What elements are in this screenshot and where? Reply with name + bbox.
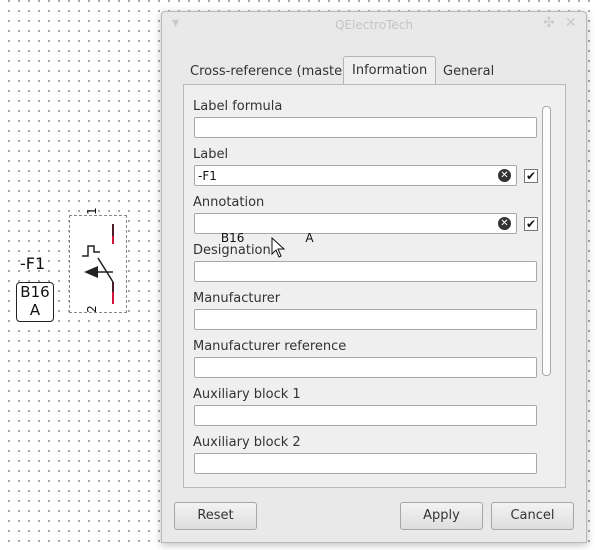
close-icon[interactable]: ✕ xyxy=(565,15,577,31)
annotation-label: Annotation xyxy=(193,195,265,210)
pin-number-top: 1 xyxy=(84,207,99,215)
annotation-checkbox[interactable]: ✔ xyxy=(524,217,538,231)
annotation-field[interactable]: B16 A ✕ xyxy=(194,213,517,245)
annotation-line-1: B16 xyxy=(20,283,50,301)
form-scrollbar[interactable] xyxy=(541,94,551,476)
information-form: Label formula Label -F1 ✕ ✔ Annotation B… xyxy=(193,94,539,476)
element-label: -F1 xyxy=(20,254,46,273)
element-properties-dialog: ▾ QElectroTech ✣ ✕ Cross-reference (mast… xyxy=(161,11,587,543)
label-formula-field[interactable] xyxy=(194,117,537,138)
mouse-cursor-icon xyxy=(271,237,286,258)
circuit-breaker-symbol[interactable]: 1 2 xyxy=(69,207,127,313)
pin-icon[interactable]: ✣ xyxy=(543,15,555,31)
title-bar[interactable]: ▾ QElectroTech ✣ ✕ xyxy=(162,12,586,38)
clear-icon[interactable]: ✕ xyxy=(498,169,511,182)
reset-button[interactable]: Reset xyxy=(174,502,257,530)
manufacturer-field[interactable] xyxy=(194,309,537,330)
scrollbar-thumb[interactable] xyxy=(542,106,551,376)
manufacturer-reference-field[interactable] xyxy=(194,357,537,378)
auxiliary-block-1-field[interactable] xyxy=(194,405,537,426)
apply-button[interactable]: Apply xyxy=(400,502,483,530)
designation-field[interactable] xyxy=(194,261,537,282)
tab-general[interactable]: General xyxy=(435,60,502,84)
cancel-button[interactable]: Cancel xyxy=(491,502,574,530)
tab-cross-reference[interactable]: Cross-reference (master) xyxy=(182,60,361,84)
designation-label: Designation xyxy=(193,243,271,258)
auxiliary-block-2-field[interactable] xyxy=(194,453,537,474)
auxiliary-block-1-label: Auxiliary block 1 xyxy=(193,387,301,402)
manufacturer-reference-label: Manufacturer reference xyxy=(193,339,347,354)
clear-icon[interactable]: ✕ xyxy=(498,217,511,230)
label-field-value: -F1 xyxy=(198,169,217,183)
element-annotation-box: B16 A xyxy=(16,282,54,322)
annotation-line-2: A xyxy=(29,301,41,319)
auxiliary-block-2-label: Auxiliary block 2 xyxy=(193,435,301,450)
breaker-graphic xyxy=(82,224,114,304)
label-formula-label: Label formula xyxy=(193,99,283,114)
tab-information[interactable]: Information xyxy=(343,56,437,85)
manufacturer-label: Manufacturer xyxy=(193,291,281,306)
label-label: Label xyxy=(193,147,229,162)
window-title: QElectroTech xyxy=(335,18,413,32)
pin-number-bottom: 2 xyxy=(84,305,99,313)
label-field[interactable]: -F1 ✕ xyxy=(194,165,517,186)
label-checkbox[interactable]: ✔ xyxy=(524,169,538,183)
